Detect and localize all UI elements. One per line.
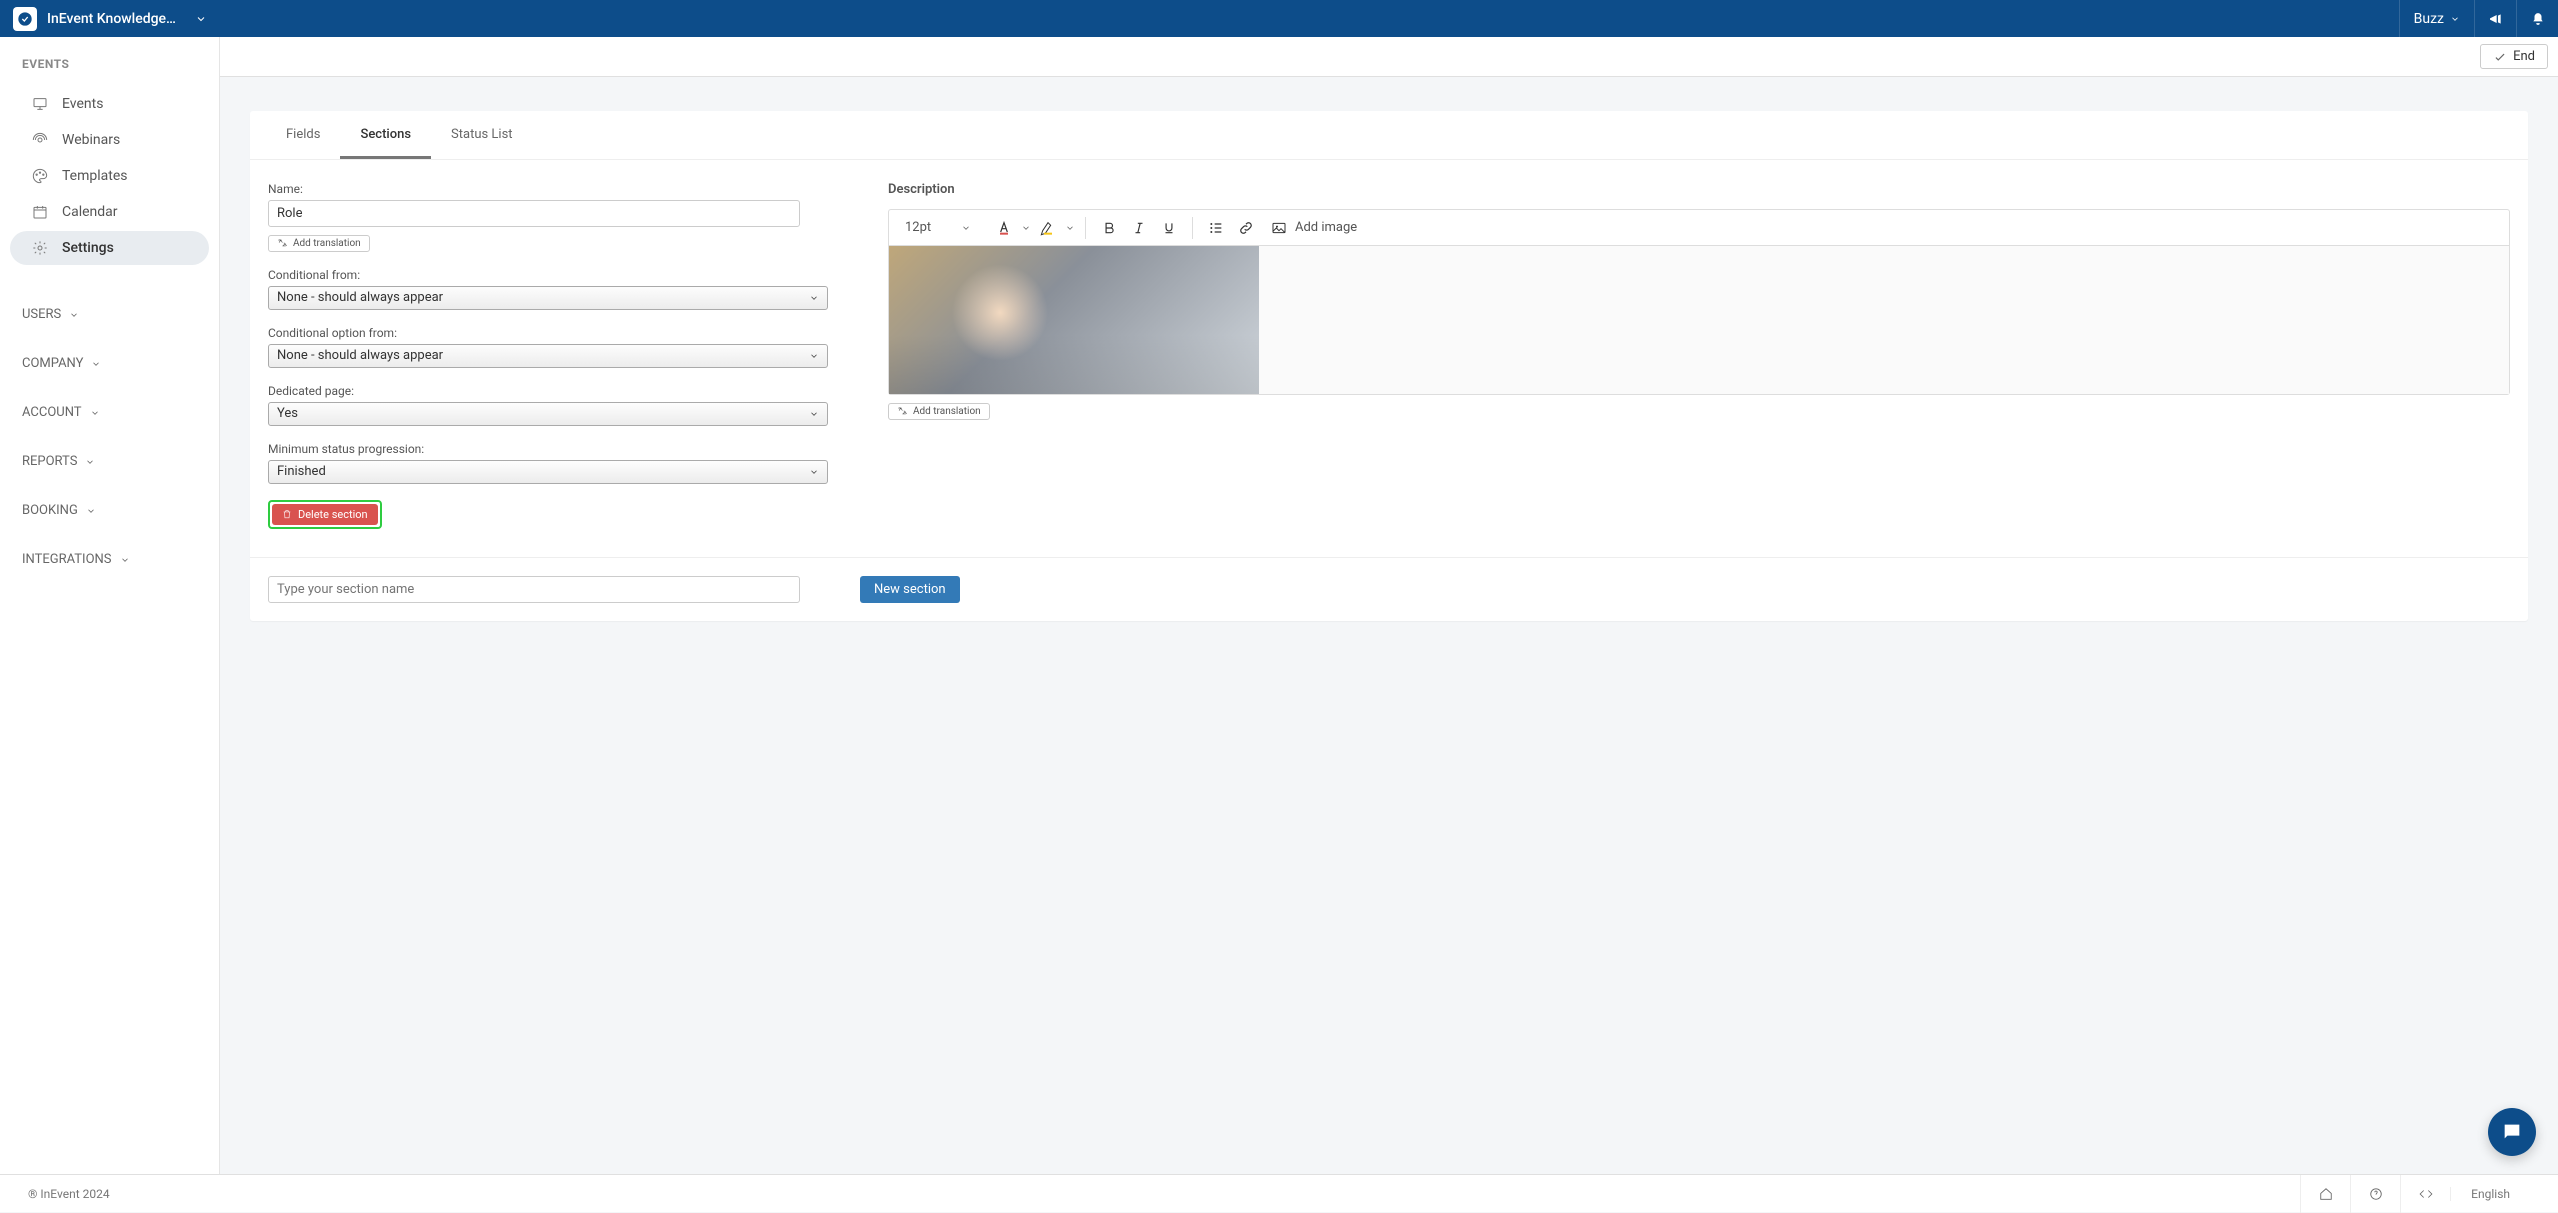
chevron-down-icon[interactable] — [1021, 223, 1031, 233]
chevron-down-icon — [809, 467, 819, 477]
chevron-down-icon — [86, 506, 96, 516]
monitor-icon — [32, 96, 48, 112]
rich-text-editor: 12pt — [888, 209, 2510, 395]
sidebar-item-label: Calendar — [62, 204, 118, 220]
add-image-button[interactable]: Add image — [1263, 217, 1365, 239]
sidebar-group-reports[interactable]: REPORTS — [0, 440, 219, 483]
chevron-down-icon[interactable] — [1065, 223, 1075, 233]
image-icon — [1271, 220, 1287, 236]
name-input[interactable] — [268, 200, 800, 227]
chat-icon — [2501, 1121, 2523, 1143]
add-translation-description-button[interactable]: Add translation — [888, 403, 990, 420]
chevron-down-icon — [91, 359, 101, 369]
highlight-color-button[interactable] — [1035, 215, 1061, 241]
sidebar-item-settings[interactable]: Settings — [10, 231, 209, 265]
chevron-down-icon — [809, 409, 819, 419]
italic-button[interactable] — [1126, 215, 1152, 241]
chat-fab[interactable] — [2488, 1108, 2536, 1156]
calendar-icon — [32, 204, 48, 220]
chevron-down-icon — [195, 13, 207, 25]
trash-icon — [282, 509, 292, 519]
chevron-down-icon — [809, 293, 819, 303]
conditional-option-from-label: Conditional option from: — [268, 326, 828, 340]
sidebar-group-company[interactable]: COMPANY — [0, 342, 219, 385]
chevron-down-icon — [2450, 14, 2460, 24]
home-icon[interactable] — [2300, 1175, 2350, 1213]
chevron-down-icon — [809, 351, 819, 361]
link-button[interactable] — [1233, 215, 1259, 241]
sidebar-item-label: Webinars — [62, 132, 120, 148]
description-image — [889, 246, 1259, 394]
new-section-name-input[interactable] — [268, 576, 800, 603]
sidebar-item-webinars[interactable]: Webinars — [10, 123, 209, 157]
user-menu[interactable]: Buzz — [2399, 0, 2474, 37]
user-name: Buzz — [2414, 11, 2444, 27]
palette-icon — [32, 168, 48, 184]
language-selector[interactable]: English — [2450, 1187, 2530, 1201]
sidebar-item-calendar[interactable]: Calendar — [10, 195, 209, 229]
text-color-button[interactable] — [991, 215, 1017, 241]
underline-button[interactable] — [1156, 215, 1182, 241]
add-translation-button[interactable]: Add translation — [268, 235, 370, 252]
copyright: ® InEvent 2024 — [28, 1187, 110, 1201]
translate-icon — [277, 238, 287, 248]
help-icon[interactable] — [2350, 1175, 2400, 1213]
editor-content[interactable] — [889, 246, 2509, 394]
delete-section-highlight: Delete section — [268, 500, 382, 529]
announcements-icon[interactable] — [2474, 0, 2516, 37]
sidebar-group-account[interactable]: ACCOUNT — [0, 391, 219, 434]
chevron-down-icon — [69, 310, 79, 320]
sidebar-group-booking[interactable]: BOOKING — [0, 489, 219, 532]
sidebar-item-templates[interactable]: Templates — [10, 159, 209, 193]
sidebar: EVENTS Events Webinars Templates Calenda… — [0, 37, 220, 1174]
tab-fields[interactable]: Fields — [266, 111, 340, 159]
delete-section-button[interactable]: Delete section — [272, 504, 378, 525]
description-label: Description — [888, 182, 2510, 197]
tab-status-list[interactable]: Status List — [431, 111, 533, 159]
bullet-list-button[interactable] — [1203, 215, 1229, 241]
conditional-from-label: Conditional from: — [268, 268, 828, 282]
sidebar-item-label: Settings — [62, 240, 114, 256]
min-status-label: Minimum status progression: — [268, 442, 828, 456]
sidebar-group-integrations[interactable]: INTEGRATIONS — [0, 538, 219, 581]
sidebar-group-users[interactable]: USERS — [0, 293, 219, 336]
conditional-option-from-select[interactable]: None - should always appear — [268, 344, 828, 368]
tabs: Fields Sections Status List — [250, 111, 2528, 160]
end-button[interactable]: End — [2480, 44, 2548, 69]
chevron-down-icon — [120, 555, 130, 565]
notifications-icon[interactable] — [2516, 0, 2558, 37]
brand-title: InEvent Knowledge ... — [47, 11, 177, 27]
bold-button[interactable] — [1096, 215, 1122, 241]
sidebar-item-label: Templates — [62, 168, 128, 184]
new-section-button[interactable]: New section — [860, 576, 960, 603]
dedicated-page-label: Dedicated page: — [268, 384, 828, 398]
gear-icon — [32, 240, 48, 256]
translate-icon — [897, 406, 907, 416]
chevron-down-icon — [85, 457, 95, 467]
sidebar-section-title: EVENTS — [0, 57, 219, 85]
font-size-select[interactable]: 12pt — [897, 217, 987, 238]
conditional-from-select[interactable]: None - should always appear — [268, 286, 828, 310]
chevron-down-icon — [961, 223, 971, 233]
code-icon[interactable] — [2400, 1175, 2450, 1213]
min-status-select[interactable]: Finished — [268, 460, 828, 484]
sidebar-item-label: Events — [62, 96, 103, 112]
brand-switcher[interactable]: InEvent Knowledge ... — [0, 7, 220, 31]
sidebar-item-events[interactable]: Events — [10, 87, 209, 121]
tab-sections[interactable]: Sections — [340, 111, 431, 159]
name-label: Name: — [268, 182, 828, 196]
brand-logo — [13, 7, 37, 31]
check-icon — [2493, 50, 2507, 64]
chevron-down-icon — [90, 408, 100, 418]
broadcast-icon — [32, 132, 48, 148]
dedicated-page-select[interactable]: Yes — [268, 402, 828, 426]
